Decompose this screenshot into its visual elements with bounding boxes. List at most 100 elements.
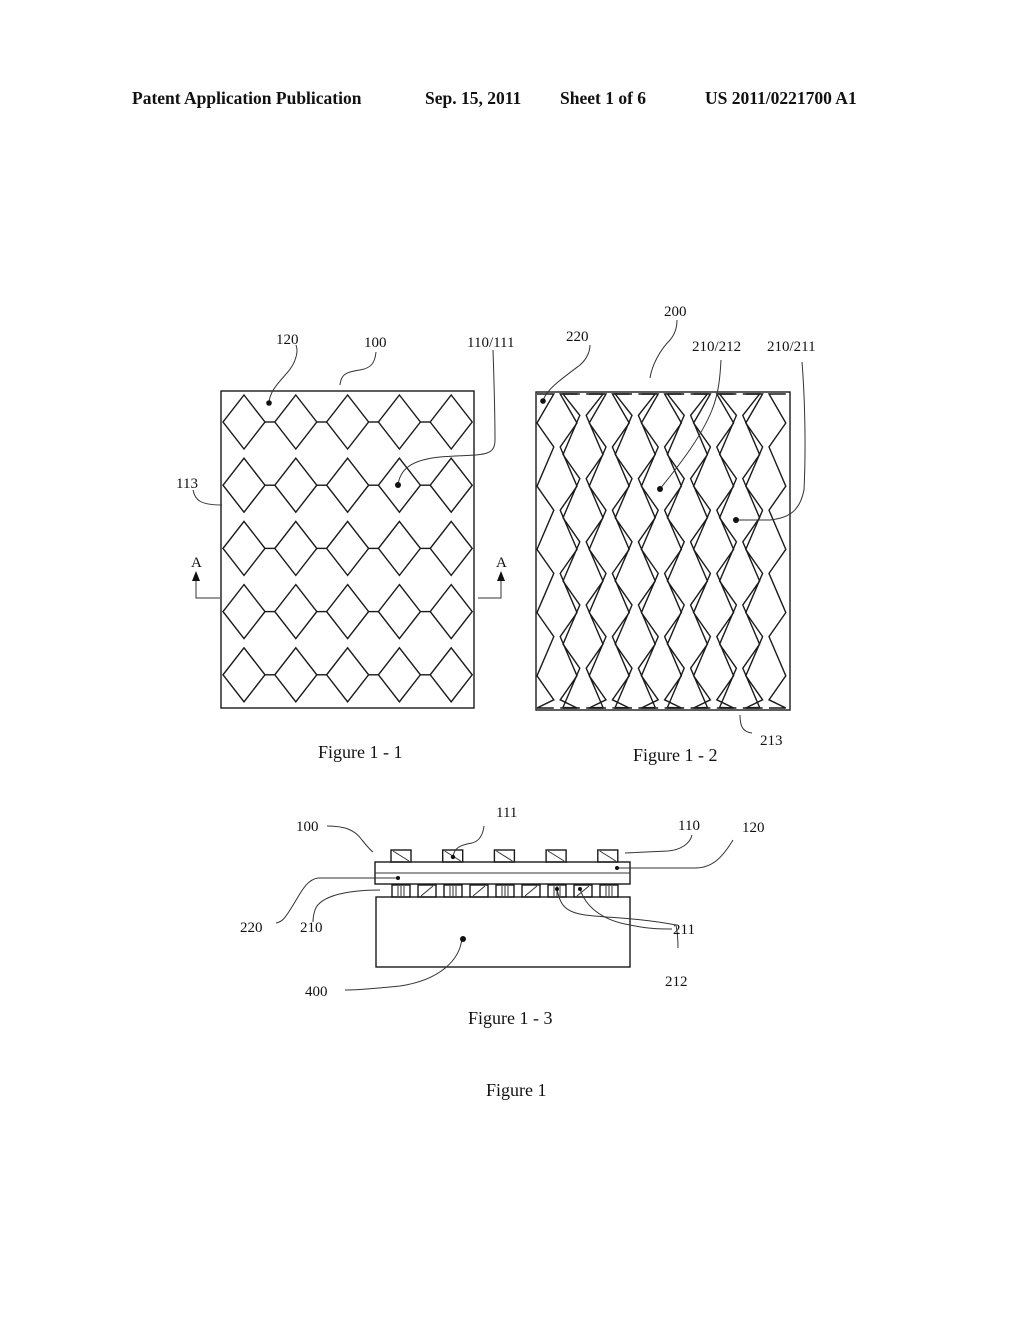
strip-edge-left (561, 393, 581, 709)
zigzag-electrode-strips (536, 393, 787, 709)
hatch-line (547, 850, 565, 862)
diamond-electrode (377, 646, 422, 703)
marker-dot (450, 854, 456, 860)
leader-120 (617, 839, 734, 869)
caption-figure-1-1: Figure 1 - 1 (318, 742, 403, 762)
marker-dot (395, 482, 401, 488)
label-120: 120 (742, 820, 765, 836)
leader-111 (452, 825, 485, 858)
diamond-electrode (273, 457, 318, 514)
diamond-electrode (222, 520, 266, 577)
diamond-electrode (429, 457, 474, 514)
leader-100 (339, 351, 377, 386)
marker-dot (733, 517, 739, 523)
diamond-electrode (325, 583, 370, 640)
leader-213 (739, 714, 753, 734)
strip-edge-right (585, 393, 605, 709)
caption-figure-1: Figure 1 (486, 1080, 547, 1100)
label-110: 110 (678, 818, 700, 834)
diamond-electrode (377, 583, 422, 640)
label-210-212: 210/212 (692, 339, 741, 355)
leader-212 (556, 888, 679, 949)
diamond-electrode (222, 646, 266, 703)
label-120: 120 (276, 332, 299, 348)
marker-dot (555, 887, 559, 891)
figure-1-2: 200 220 210/212 210/211 213 Figure 1 - 2 (535, 304, 816, 765)
diamond-electrode (429, 520, 474, 577)
leader-210 (312, 889, 381, 923)
label-213: 213 (760, 733, 783, 749)
figure-1-1: 120 100 110/111 113 A A Figure 1 - 1 (176, 332, 515, 762)
strip-edge-left (613, 393, 633, 709)
diamond-electrode (325, 393, 370, 451)
leader-210-212 (659, 359, 722, 490)
label-200: 200 (664, 304, 687, 320)
diamond-electrode (273, 393, 318, 451)
leader-220 (275, 877, 398, 924)
leader-110 (624, 834, 693, 854)
bottom-electrode-row (391, 884, 619, 898)
label-113: 113 (176, 476, 198, 492)
leader-100 (326, 825, 374, 853)
arrow-up-icon (192, 571, 200, 581)
label-400: 400 (305, 984, 328, 1000)
figure-1-3: 100 111 110 120 220 210 211 212 400 Figu… (240, 805, 765, 1028)
diamond-electrode (429, 646, 474, 703)
top-electrode-row (390, 849, 619, 863)
arrow-up-icon (497, 571, 505, 581)
strip-edge-right (741, 393, 762, 709)
label-210: 210 (300, 920, 323, 936)
label-100: 100 (364, 335, 387, 351)
diamond-electrode (325, 457, 370, 514)
strip-edge-left (718, 393, 738, 709)
caption-figure-1-3: Figure 1 - 3 (468, 1008, 553, 1028)
marker-dot (396, 876, 400, 880)
patent-drawing: 120 100 110/111 113 A A Figure 1 - 1 200… (176, 304, 816, 1100)
label-111: 111 (496, 805, 517, 821)
panel-outline (220, 390, 475, 709)
leader-210-211 (736, 361, 806, 521)
hatch-line (420, 885, 434, 897)
label-section-a-left: A (191, 555, 202, 571)
diamond-electrode (429, 583, 474, 640)
strip-edge-right (767, 393, 787, 709)
marker-dot (657, 486, 663, 492)
diamond-electrode (273, 520, 318, 577)
leader-120 (268, 344, 298, 404)
leader-400 (344, 937, 463, 991)
leader-113 (192, 489, 223, 506)
diamond-electrode (377, 393, 422, 451)
diamond-electrode (273, 583, 318, 640)
hatch-line (472, 885, 486, 897)
diamond-electrode (377, 520, 422, 577)
hatch-line (496, 850, 513, 862)
diamond-electrode (273, 646, 318, 703)
strip-edge-right (637, 393, 657, 709)
hatch-line (524, 885, 538, 897)
diamond-electrode-grid (222, 393, 474, 703)
leader-211 (579, 888, 673, 930)
diamond-electrode (222, 583, 266, 640)
label-220: 220 (566, 329, 589, 345)
label-211: 211 (673, 922, 695, 938)
strip-edge-left (665, 393, 686, 709)
leader-200 (649, 319, 678, 379)
label-210-211: 210/211 (767, 339, 816, 355)
diamond-electrode (222, 457, 266, 514)
caption-figure-1-2: Figure 1 - 2 (633, 745, 718, 765)
hatch-line (599, 850, 617, 862)
label-212: 212 (665, 974, 688, 990)
label-220: 220 (240, 920, 263, 936)
marker-dot (578, 887, 582, 891)
strip-edge-right (689, 393, 709, 709)
diamond-electrode (325, 520, 370, 577)
marker-dot (540, 398, 546, 404)
diamond-electrode (429, 393, 474, 451)
label-100: 100 (296, 819, 319, 835)
hatch-line (392, 850, 410, 862)
strip-edge-left (536, 393, 556, 709)
marker-dot (615, 866, 619, 870)
marker-dot (460, 936, 466, 942)
diamond-electrode (325, 646, 370, 703)
label-section-a-right: A (496, 555, 507, 571)
